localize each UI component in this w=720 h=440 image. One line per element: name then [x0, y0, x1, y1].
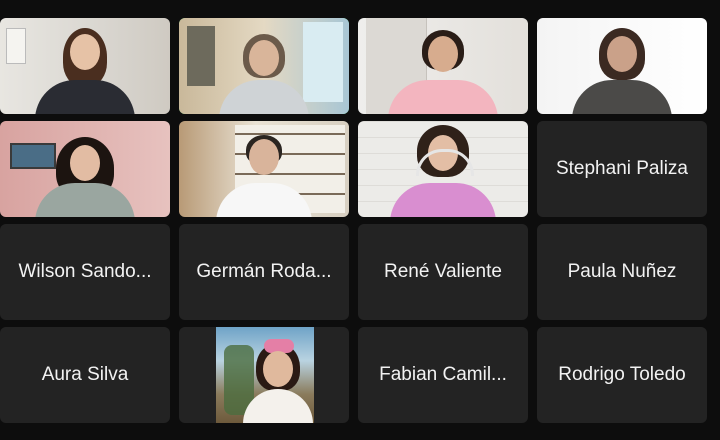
video-tile-5[interactable]	[0, 121, 170, 217]
participant-tile-rodrigo[interactable]: Rodrigo Toledo	[537, 327, 707, 423]
window-shape	[303, 22, 343, 102]
video-grid: Stephani Paliza Wilson Sando... Germán R…	[0, 14, 720, 440]
participant-name: Stephani Paliza	[555, 158, 689, 179]
participant-video	[179, 18, 349, 114]
participant-video	[358, 18, 528, 114]
profile-photo	[216, 327, 314, 423]
video-tile-3[interactable]	[358, 18, 528, 114]
bookshelf-shape	[187, 26, 215, 86]
participant-tile-profile-photo[interactable]	[179, 327, 349, 423]
window-shape	[6, 28, 26, 64]
participant-name: Fabian Camil...	[379, 364, 507, 385]
video-tile-1[interactable]	[0, 18, 170, 114]
participant-tile-rene[interactable]: René Valiente	[358, 224, 528, 320]
video-tile-6[interactable]	[179, 121, 349, 217]
participant-tile-fabian[interactable]: Fabian Camil...	[358, 327, 528, 423]
participant-video	[537, 18, 707, 114]
participant-name: Rodrigo Toledo	[558, 364, 686, 385]
participant-video	[358, 121, 528, 217]
participant-name: Germán Roda...	[196, 261, 332, 282]
participant-tile-german[interactable]: Germán Roda...	[179, 224, 349, 320]
video-tile-4[interactable]	[537, 18, 707, 114]
video-tile-7[interactable]	[358, 121, 528, 217]
participant-name: Wilson Sando...	[18, 261, 152, 282]
participant-video	[0, 18, 170, 114]
participant-tile-wilson[interactable]: Wilson Sando...	[0, 224, 170, 320]
participant-tile-paula[interactable]: Paula Nuñez	[537, 224, 707, 320]
participant-tile-aura[interactable]: Aura Silva	[0, 327, 170, 423]
wall-painting	[10, 143, 56, 169]
participant-video	[179, 121, 349, 217]
participant-tile-stephani[interactable]: Stephani Paliza	[537, 121, 707, 217]
participant-video	[0, 121, 170, 217]
participant-name: Aura Silva	[41, 364, 129, 385]
video-tile-active-speaker[interactable]	[179, 18, 349, 114]
participant-name: Paula Nuñez	[567, 261, 677, 282]
participant-name: René Valiente	[384, 261, 502, 282]
